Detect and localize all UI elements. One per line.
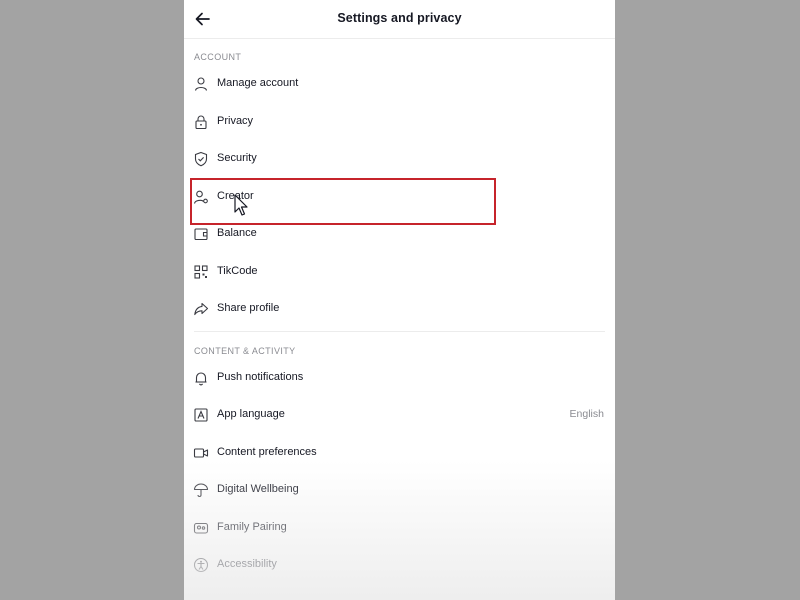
section-header-content-activity: CONTENT & ACTIVITY — [194, 346, 296, 356]
share-icon — [193, 301, 209, 317]
menu-item-label: Accessibility — [217, 558, 277, 570]
section-header-account: ACCOUNT — [194, 52, 242, 62]
family-icon — [193, 520, 209, 536]
menu-item-accessibility[interactable]: Accessibility — [184, 548, 615, 582]
menu-item-label: App language — [217, 408, 285, 420]
person-icon — [193, 76, 209, 92]
menu-item-share-profile[interactable]: Share profile — [184, 292, 615, 326]
language-icon — [193, 407, 209, 423]
menu-item-security[interactable]: Security — [184, 142, 615, 176]
menu-item-label: Digital Wellbeing — [217, 483, 299, 495]
app-language-value: English — [569, 408, 604, 420]
shield-icon — [193, 151, 209, 167]
lock-icon — [193, 114, 209, 130]
header-bar: Settings and privacy — [184, 0, 615, 39]
menu-item-family-pairing[interactable]: Family Pairing — [184, 511, 615, 545]
menu-item-label: Privacy — [217, 115, 254, 127]
video-icon — [193, 445, 209, 461]
wallet-icon — [193, 226, 209, 242]
menu-item-content-preferences[interactable]: Content preferences — [184, 436, 615, 470]
section-divider — [194, 331, 605, 332]
menu-item-creator[interactable]: Creator — [184, 180, 615, 214]
page-title: Settings and privacy — [337, 11, 462, 25]
accessibility-icon — [193, 557, 209, 573]
menu-item-label: Content preferences — [217, 446, 317, 458]
menu-item-label: Manage account — [217, 77, 299, 89]
menu-item-label: Push notifications — [217, 371, 304, 383]
umbrella-icon — [193, 482, 209, 498]
menu-item-privacy[interactable]: Privacy — [184, 105, 615, 139]
menu-item-app-language[interactable]: App language English — [184, 398, 615, 432]
menu-item-push-notifications[interactable]: Push notifications — [184, 361, 615, 395]
bell-icon — [193, 370, 209, 386]
menu-item-label: Family Pairing — [217, 521, 287, 533]
menu-item-tikcode[interactable]: TikCode — [184, 255, 615, 289]
creator-icon — [193, 189, 209, 205]
menu-item-label: Share profile — [217, 302, 280, 314]
menu-item-balance[interactable]: Balance — [184, 217, 615, 251]
menu-item-label: Creator — [217, 190, 254, 202]
menu-item-label: Balance — [217, 227, 257, 239]
qr-code-icon — [193, 264, 209, 280]
menu-item-label: TikCode — [217, 265, 258, 277]
menu-item-label: Security — [217, 152, 257, 164]
menu-item-manage-account[interactable]: Manage account — [184, 67, 615, 101]
settings-screen: Settings and privacy ACCOUNT Manage acco… — [184, 0, 615, 600]
menu-item-digital-wellbeing[interactable]: Digital Wellbeing — [184, 473, 615, 507]
